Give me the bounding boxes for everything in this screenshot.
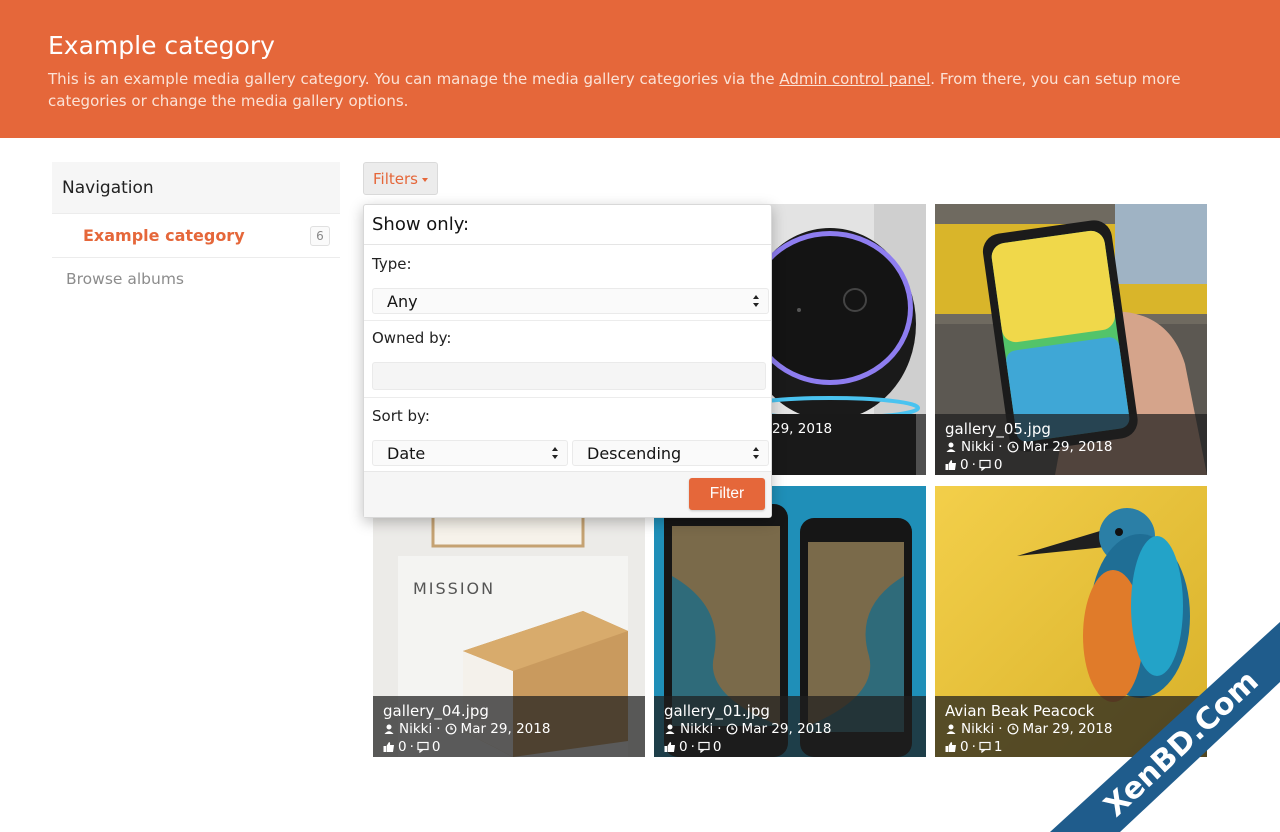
show-only-heading: Show only: <box>364 205 771 245</box>
media-date: Mar 29, 2018 <box>1022 439 1113 455</box>
gallery-item[interactable]: gallery_01.jpg Nikki · Mar 29, 2018 0 · 0 <box>654 486 926 757</box>
separator-dot: · <box>436 721 441 737</box>
sort-field-select[interactable]: Date <box>372 440 568 466</box>
media-caption: gallery_05.jpg Nikki · Mar 29, 2018 0 · 0 <box>935 414 1207 475</box>
media-caption: Avian Beak Peacock Nikki · Mar 29, 2018 0… <box>935 696 1207 757</box>
separator-dot: · <box>717 721 722 737</box>
sort-order-value: Descending <box>587 443 682 463</box>
media-title: gallery_05.jpg <box>945 420 1051 438</box>
separator-dot: · <box>998 721 1003 737</box>
media-title: gallery_01.jpg <box>664 702 770 720</box>
user-icon <box>384 724 394 734</box>
admin-control-panel-link[interactable]: Admin control panel <box>779 70 930 88</box>
type-label: Type: <box>372 255 412 273</box>
select-arrows-icon <box>753 295 759 307</box>
media-title: Avian Beak Peacock <box>945 702 1095 720</box>
comment-icon <box>698 741 710 753</box>
svg-text:MISSION: MISSION <box>413 579 495 598</box>
navigation-heading: Navigation <box>52 162 340 214</box>
thumbs-up-icon <box>945 460 956 470</box>
sort-field-value: Date <box>387 443 426 463</box>
comment-count: 0 <box>993 457 1003 473</box>
comment-icon <box>979 459 991 471</box>
description-text: This is an example media gallery categor… <box>48 70 780 88</box>
thumbs-up-icon <box>383 742 394 752</box>
select-arrows-icon <box>753 447 759 459</box>
page-title: Example category <box>48 31 275 60</box>
media-caption: gallery_04.jpg Nikki · Mar 29, 2018 0 · 0 <box>373 696 645 757</box>
media-date: 29, 2018 <box>772 421 833 437</box>
media-owner: Nikki <box>961 439 995 455</box>
clock-icon <box>726 723 737 735</box>
user-icon <box>946 442 956 452</box>
category-description: This is an example media gallery categor… <box>48 68 1208 112</box>
item-count-badge: 6 <box>310 226 330 246</box>
sidebar-navigation: Navigation Example category 6 Browse alb… <box>52 162 340 300</box>
like-count: 0 <box>960 457 969 473</box>
filters-menu: Show only: Type: Any Owned by: Sort by: … <box>363 204 772 518</box>
media-date: Mar 29, 2018 <box>460 721 551 737</box>
clock-icon <box>1007 441 1018 453</box>
sort-order-select[interactable]: Descending <box>572 440 769 466</box>
media-caption: gallery_01.jpg Nikki · Mar 29, 2018 0 · 0 <box>654 696 926 757</box>
caret-down-icon <box>421 177 428 182</box>
media-date: Mar 29, 2018 <box>1022 721 1113 737</box>
clock-icon <box>1007 723 1018 735</box>
thumbs-up-icon <box>945 742 956 752</box>
like-count: 0 <box>398 739 407 755</box>
media-owner: Nikki <box>399 721 433 737</box>
comment-count: 0 <box>431 739 441 755</box>
filters-menu-footer: Filter <box>364 471 771 517</box>
owned-by-input[interactable] <box>372 362 766 390</box>
sidebar-item-example-category[interactable]: Example category 6 <box>52 214 340 258</box>
filters-dropdown-button[interactable]: Filters <box>363 162 438 195</box>
media-owner: Nikki <box>680 721 714 737</box>
user-icon <box>946 724 956 734</box>
sidebar-item-label: Example category <box>83 226 245 245</box>
browse-albums-link[interactable]: Browse albums <box>52 258 340 300</box>
thumbs-up-icon <box>664 742 675 752</box>
media-date: Mar 29, 2018 <box>741 721 832 737</box>
like-count: 0 <box>679 739 688 755</box>
sort-by-label: Sort by: <box>372 407 430 425</box>
category-header: Example category This is an example medi… <box>0 0 1280 138</box>
type-select[interactable]: Any <box>372 288 769 314</box>
owned-by-label: Owned by: <box>372 329 452 347</box>
clock-icon <box>445 723 456 735</box>
select-arrows-icon <box>552 447 558 459</box>
user-icon <box>665 724 675 734</box>
gallery-item[interactable]: Avian Beak Peacock Nikki · Mar 29, 2018 0… <box>935 486 1207 757</box>
comment-count: 0 <box>712 739 722 755</box>
like-count: 0 <box>960 739 969 755</box>
filters-label: Filters <box>373 169 418 188</box>
comment-icon <box>979 741 991 753</box>
comment-count: 1 <box>993 739 1003 755</box>
filter-submit-button[interactable]: Filter <box>689 478 765 510</box>
media-title: gallery_04.jpg <box>383 702 489 720</box>
type-select-value: Any <box>387 291 418 311</box>
gallery-item[interactable]: gallery_05.jpg Nikki · Mar 29, 2018 0 · 0 <box>935 204 1207 475</box>
media-owner: Nikki <box>961 721 995 737</box>
separator-dot: · <box>998 439 1003 455</box>
gallery-item[interactable]: MISSION gallery_04.jpg Nikki · Mar 29, 20… <box>373 486 645 757</box>
comment-icon <box>417 741 429 753</box>
